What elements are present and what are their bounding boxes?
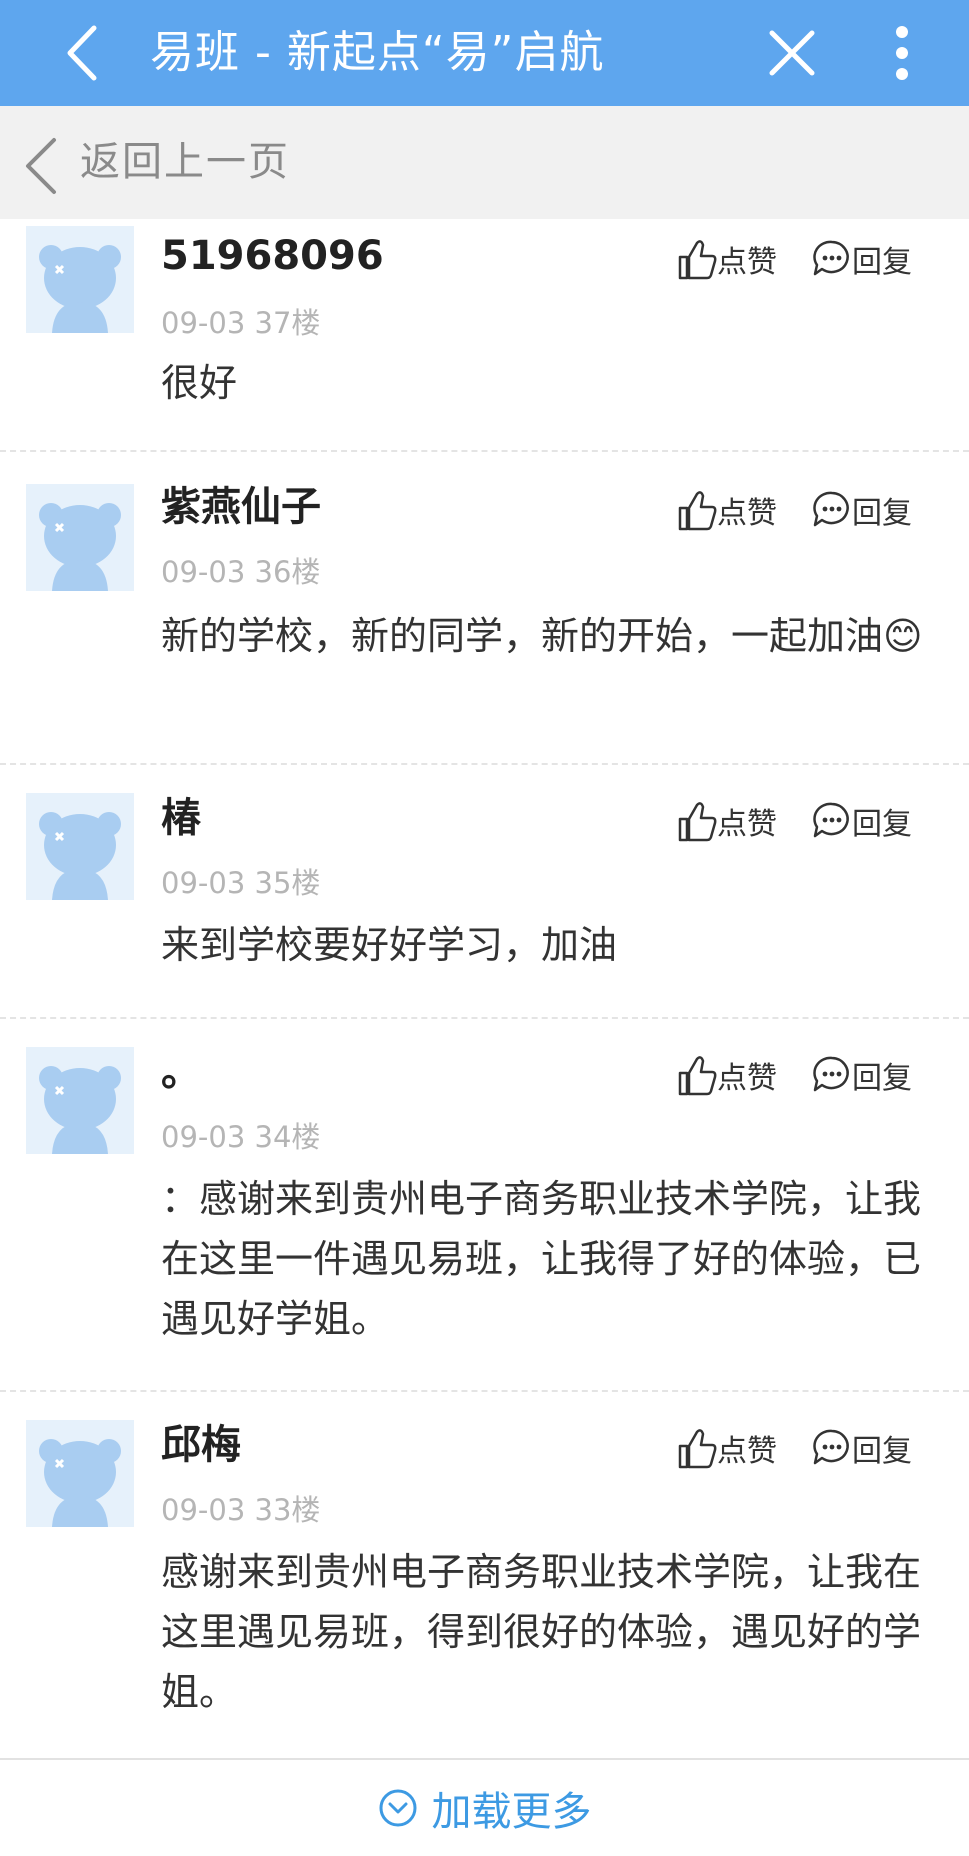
back-bar[interactable]: 返回上一页 bbox=[0, 106, 969, 219]
comment-text: 感谢来到贵州电子商务职业技术学院，让我在这里遇见易班，得到很好的体验，遇见好的学… bbox=[161, 1550, 922, 1714]
page-title: 易班 - 新起点“易”启航 bbox=[150, 27, 605, 78]
reply-label: 回复 bbox=[852, 245, 912, 280]
comment-bubble-icon bbox=[813, 802, 849, 838]
comment-item: 邱梅 点赞 回复 09-03 33楼 感谢来到贵州电子商务职业技术学院，让我在这… bbox=[0, 1392, 969, 1750]
more-menu-icon[interactable] bbox=[880, 18, 924, 88]
back-icon[interactable] bbox=[60, 20, 110, 86]
chevron-down-circle-icon bbox=[379, 1789, 416, 1827]
like-label: 点赞 bbox=[717, 245, 777, 280]
load-more-label: 加载更多 bbox=[431, 1789, 592, 1835]
reply-label: 回复 bbox=[852, 807, 912, 842]
like-button[interactable]: 点赞 bbox=[677, 235, 777, 283]
like-label: 点赞 bbox=[717, 1061, 777, 1096]
comment-item: 。 点赞 回复 09-03 34楼 ：感谢来到贵州电子商务职业技术学院，让我在这… bbox=[0, 1019, 969, 1392]
comment-meta: 09-03 35楼 bbox=[161, 866, 321, 900]
comment-meta: 09-03 34楼 bbox=[161, 1120, 321, 1154]
commenter-name[interactable]: 邱梅 bbox=[161, 1420, 241, 1470]
comment-item: 椿 点赞 回复 09-03 35楼 来到学校要好好学习，加油 bbox=[0, 765, 969, 1019]
reply-label: 回复 bbox=[852, 496, 912, 531]
like-label: 点赞 bbox=[717, 496, 777, 531]
commenter-name[interactable]: 椿 bbox=[161, 793, 201, 843]
avatar[interactable] bbox=[26, 793, 134, 900]
comment-list: 51968096 点赞 回复 09-03 37楼 很好 紫燕仙子 点赞 回复 0… bbox=[0, 219, 969, 1750]
avatar[interactable] bbox=[26, 484, 134, 591]
thumbs-up-icon bbox=[678, 491, 717, 531]
like-button[interactable]: 点赞 bbox=[677, 486, 777, 534]
comment-text: 新的学校，新的同学，新的开始，一起加油😊 bbox=[161, 614, 923, 658]
avatar[interactable] bbox=[26, 226, 134, 333]
commenter-name[interactable]: 紫燕仙子 bbox=[161, 482, 321, 532]
comment-bubble-icon bbox=[813, 240, 849, 276]
thumbs-up-icon bbox=[678, 802, 717, 842]
like-button[interactable]: 点赞 bbox=[677, 1424, 777, 1472]
reply-label: 回复 bbox=[852, 1434, 912, 1469]
reply-button[interactable]: 回复 bbox=[812, 486, 912, 534]
comment-bubble-icon bbox=[813, 491, 849, 527]
comment-text: 来到学校要好好学习，加油 bbox=[161, 923, 618, 967]
title-bar: 易班 - 新起点“易”启航 bbox=[0, 0, 969, 106]
comment-text: ：感谢来到贵州电子商务职业技术学院，让我在这里一件遇见易班，让我得了好的体验，已… bbox=[161, 1177, 922, 1341]
reply-button[interactable]: 回复 bbox=[812, 797, 912, 845]
thumbs-up-icon bbox=[678, 1056, 717, 1096]
like-label: 点赞 bbox=[717, 807, 777, 842]
comment-meta: 09-03 36楼 bbox=[161, 555, 321, 589]
comment-bubble-icon bbox=[813, 1429, 849, 1465]
comment-meta: 09-03 37楼 bbox=[161, 306, 321, 340]
back-link[interactable]: 返回上一页 bbox=[80, 134, 290, 190]
thumbs-up-icon bbox=[678, 240, 717, 280]
comment-text: 很好 bbox=[161, 361, 238, 405]
reply-button[interactable]: 回复 bbox=[812, 1424, 912, 1472]
like-label: 点赞 bbox=[717, 1434, 777, 1469]
thumbs-up-icon bbox=[678, 1429, 717, 1469]
close-icon[interactable] bbox=[764, 20, 820, 86]
reply-button[interactable]: 回复 bbox=[812, 235, 912, 283]
comment-meta: 09-03 33楼 bbox=[161, 1493, 321, 1527]
commenter-name[interactable]: 51968096 bbox=[161, 231, 384, 281]
reply-button[interactable]: 回复 bbox=[812, 1051, 912, 1099]
avatar[interactable] bbox=[26, 1047, 134, 1154]
load-more-button[interactable]: 加载更多 bbox=[0, 1758, 969, 1856]
like-button[interactable]: 点赞 bbox=[677, 797, 777, 845]
comment-bubble-icon bbox=[813, 1056, 849, 1092]
comment-item: 紫燕仙子 点赞 回复 09-03 36楼 新的学校，新的同学，新的开始，一起加油… bbox=[0, 452, 969, 765]
chevron-left-icon bbox=[22, 136, 62, 196]
avatar[interactable] bbox=[26, 1420, 134, 1527]
commenter-name[interactable]: 。 bbox=[161, 1047, 201, 1097]
comment-item: 51968096 点赞 回复 09-03 37楼 很好 bbox=[0, 219, 969, 452]
like-button[interactable]: 点赞 bbox=[677, 1051, 777, 1099]
reply-label: 回复 bbox=[852, 1061, 912, 1096]
